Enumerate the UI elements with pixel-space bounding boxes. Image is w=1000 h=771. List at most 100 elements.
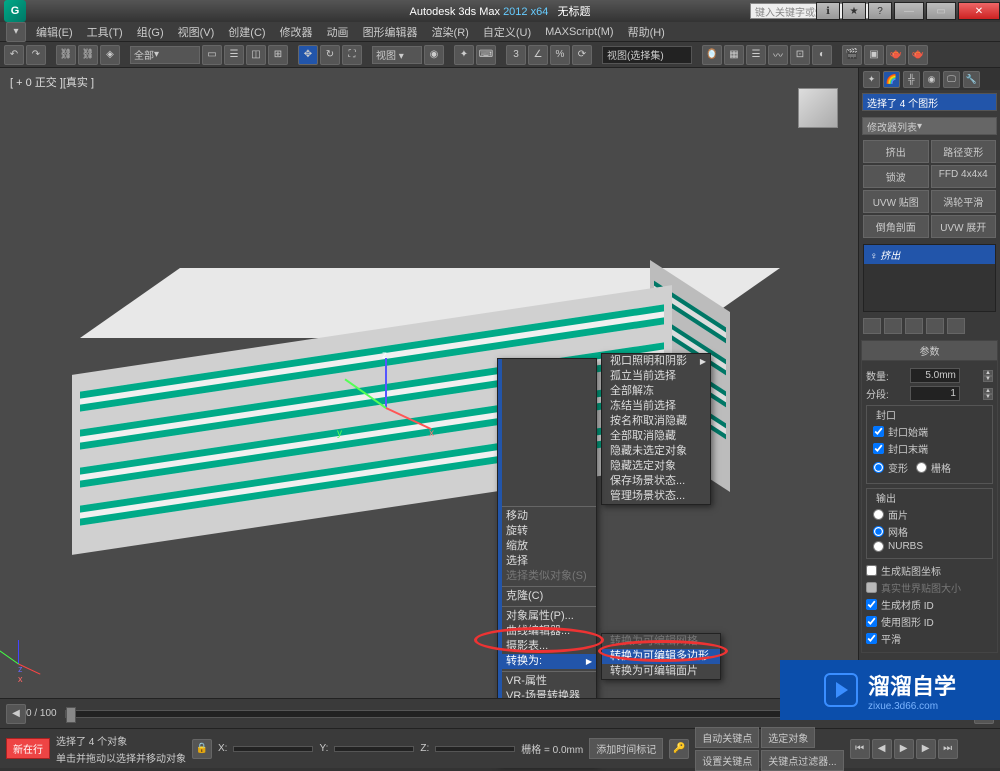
close-button[interactable]: ✕ bbox=[958, 2, 1000, 20]
unique-button[interactable] bbox=[905, 318, 923, 334]
mirror-button[interactable]: 🪞 bbox=[702, 45, 722, 65]
sub-editable-patch[interactable]: 转换为可编辑面片 bbox=[602, 664, 720, 679]
seg-down[interactable]: ▼ bbox=[983, 394, 993, 400]
mod-turbosmooth[interactable]: 涡轮平滑 bbox=[931, 190, 997, 213]
select-region-button[interactable]: ◫ bbox=[246, 45, 266, 65]
menu-create[interactable]: 创建(C) bbox=[224, 22, 269, 42]
move-button[interactable]: ✥ bbox=[298, 45, 318, 65]
minimize-button[interactable]: — bbox=[894, 2, 924, 20]
pivot-button[interactable]: ◉ bbox=[424, 45, 444, 65]
remove-mod-button[interactable] bbox=[926, 318, 944, 334]
bind-button[interactable]: ◈ bbox=[100, 45, 120, 65]
configure-button[interactable] bbox=[947, 318, 965, 334]
mod-wave[interactable]: 锁波 bbox=[863, 165, 929, 188]
use-id-check[interactable] bbox=[866, 616, 877, 627]
align-button[interactable]: ▦ bbox=[724, 45, 744, 65]
menu-help[interactable]: 帮助(H) bbox=[624, 22, 669, 42]
window-crossing-button[interactable]: ⊞ bbox=[268, 45, 288, 65]
menu-custom[interactable]: 自定义(U) bbox=[479, 22, 535, 42]
auto-key-button[interactable]: 自动关键点 bbox=[695, 727, 759, 748]
ctx-rotate[interactable]: 旋转 bbox=[498, 524, 596, 539]
cap-morph-radio[interactable] bbox=[873, 462, 884, 473]
ctx-select[interactable]: 选择 bbox=[498, 554, 596, 569]
key-mode-icon[interactable]: 🔑 bbox=[669, 739, 689, 759]
menu-maxscript[interactable]: MAXScript(M) bbox=[541, 24, 617, 40]
segments-input[interactable]: 1 bbox=[910, 386, 960, 401]
y-coord-input[interactable] bbox=[334, 746, 414, 752]
menu-animation[interactable]: 动画 bbox=[323, 22, 353, 42]
app-icon[interactable]: G bbox=[4, 0, 26, 22]
add-time-tag[interactable]: 添加时间标记 bbox=[589, 738, 663, 759]
goto-start-icon[interactable]: ⏮ bbox=[850, 739, 870, 759]
ctx-scale[interactable]: 缩放 bbox=[498, 539, 596, 554]
next-frame-icon[interactable]: ▶ bbox=[916, 739, 936, 759]
ctx-vr-props[interactable]: VR-属性 bbox=[498, 674, 596, 689]
mod-pathdeform[interactable]: 路径变形 bbox=[931, 140, 997, 163]
select-by-name-button[interactable]: ☰ bbox=[224, 45, 244, 65]
modifier-stack[interactable]: ♀ 挤出 bbox=[863, 244, 996, 312]
sub-editable-poly[interactable]: 转换为可编辑多边形 bbox=[602, 649, 720, 664]
lock-selection-icon[interactable]: 🔒 bbox=[192, 739, 212, 759]
out-nurbs-radio[interactable] bbox=[873, 541, 884, 552]
snap-button[interactable]: 3 bbox=[506, 45, 526, 65]
redo-button[interactable]: ↷ bbox=[26, 45, 46, 65]
maxscript-listener[interactable]: 新在行 bbox=[6, 738, 50, 759]
ctx-manage-scene-state[interactable]: 管理场景状态... bbox=[602, 489, 710, 504]
material-button[interactable]: ◐ bbox=[812, 45, 832, 65]
render-setup-button[interactable]: 🎬 bbox=[842, 45, 862, 65]
ctx-convert-to[interactable]: 转换为: bbox=[498, 654, 596, 669]
selection-filter[interactable]: 全部 ▾ bbox=[130, 46, 200, 64]
mod-uvw-unwrap[interactable]: UVW 展开 bbox=[931, 215, 997, 238]
mod-extrude[interactable]: 挤出 bbox=[863, 140, 929, 163]
help-button[interactable]: ? bbox=[868, 2, 892, 20]
angle-snap-button[interactable]: ∠ bbox=[528, 45, 548, 65]
menu-tools[interactable]: 工具(T) bbox=[83, 22, 127, 42]
utilities-tab-icon[interactable]: 🔧 bbox=[963, 71, 980, 88]
amount-input[interactable]: 5.0mm bbox=[910, 368, 960, 383]
mod-uvw-map[interactable]: UVW 贴图 bbox=[863, 190, 929, 213]
ctx-properties[interactable]: 对象属性(P)... bbox=[498, 609, 596, 624]
object-name-field[interactable]: 选择了 4 个图形 bbox=[862, 93, 997, 111]
z-coord-input[interactable] bbox=[435, 746, 515, 752]
mod-ffd[interactable]: FFD 4x4x4 bbox=[931, 165, 997, 188]
goto-end-icon[interactable]: ⏭ bbox=[938, 739, 958, 759]
maximize-button[interactable]: ▭ bbox=[926, 2, 956, 20]
motion-tab-icon[interactable]: ◉ bbox=[923, 71, 940, 88]
ctx-curve-editor[interactable]: 曲线编辑器... bbox=[498, 624, 596, 639]
spinner-snap-button[interactable]: ⟳ bbox=[572, 45, 592, 65]
play-icon[interactable]: ▶ bbox=[894, 739, 914, 759]
link-button[interactable]: ⛓ bbox=[56, 45, 76, 65]
curve-editor-button[interactable]: 〰 bbox=[768, 45, 788, 65]
rollout-title[interactable]: 参数 bbox=[861, 340, 998, 361]
manip-button[interactable]: ✦ bbox=[454, 45, 474, 65]
amount-down[interactable]: ▼ bbox=[983, 376, 993, 382]
ctx-isolate[interactable]: 孤立当前选择 bbox=[602, 369, 710, 384]
ref-coord-dropdown[interactable]: 视图 ▾ bbox=[372, 46, 422, 64]
viewport[interactable]: [ + 0 正交 ][真实 ] z y x z x 视口照明和阴影 孤立当前选择… bbox=[0, 68, 858, 698]
menu-view[interactable]: 视图(V) bbox=[174, 22, 219, 42]
create-tab-icon[interactable]: ✦ bbox=[863, 71, 880, 88]
menu-group[interactable]: 组(G) bbox=[133, 22, 168, 42]
menu-modifiers[interactable]: 修改器 bbox=[276, 22, 317, 42]
viewcube[interactable] bbox=[790, 80, 846, 136]
ctx-clone[interactable]: 克隆(C) bbox=[498, 589, 596, 604]
cap-start-check[interactable] bbox=[873, 426, 884, 437]
sel-filter[interactable]: 选定对象 bbox=[761, 727, 815, 748]
timeline-prev[interactable]: ◀ bbox=[6, 704, 26, 724]
cap-grid-radio[interactable] bbox=[916, 462, 927, 473]
ctx-hide-unsel[interactable]: 隐藏未选定对象 bbox=[602, 444, 710, 459]
pin-stack-button[interactable] bbox=[863, 318, 881, 334]
ctx-hide-sel[interactable]: 隐藏选定对象 bbox=[602, 459, 710, 474]
gen-map-check[interactable] bbox=[866, 565, 877, 576]
undo-button[interactable]: ↶ bbox=[4, 45, 24, 65]
ctx-viewport-lighting[interactable]: 视口照明和阴影 bbox=[602, 354, 710, 369]
out-mesh-radio[interactable] bbox=[873, 526, 884, 537]
keyboard-button[interactable]: ⌨ bbox=[476, 45, 496, 65]
set-key-button[interactable]: 设置关键点 bbox=[695, 750, 759, 771]
percent-snap-button[interactable]: % bbox=[550, 45, 570, 65]
scale-button[interactable]: ⛶ bbox=[342, 45, 362, 65]
app-menu-button[interactable]: ▾ bbox=[6, 22, 26, 42]
menu-edit[interactable]: 编辑(E) bbox=[32, 22, 77, 42]
gen-mat-check[interactable] bbox=[866, 599, 877, 610]
menu-graph[interactable]: 图形编辑器 bbox=[359, 22, 422, 42]
